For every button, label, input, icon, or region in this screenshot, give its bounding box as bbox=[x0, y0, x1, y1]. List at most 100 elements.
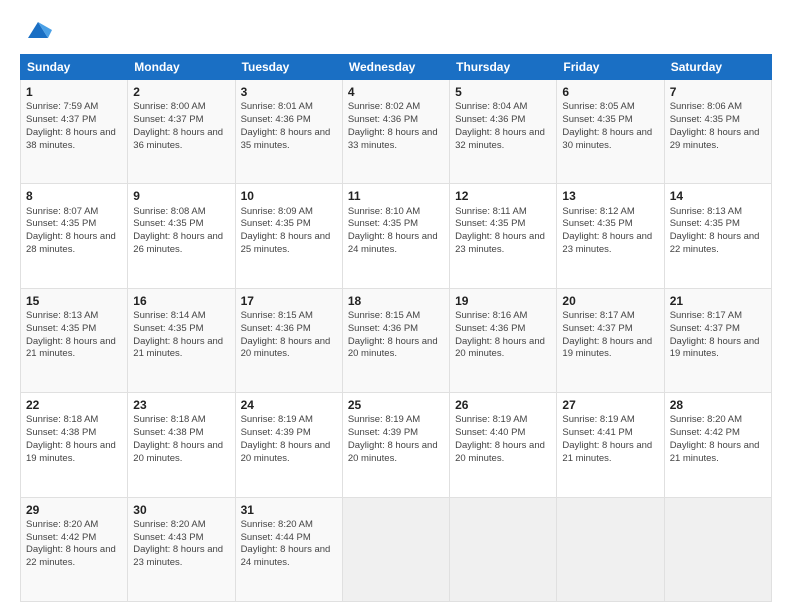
day-cell: 11 Sunrise: 8:10 AMSunset: 4:35 PMDayligh… bbox=[342, 184, 449, 288]
day-cell: 9Sunrise: 8:08 AMSunset: 4:35 PMDaylight… bbox=[128, 184, 235, 288]
day-info: Sunrise: 8:19 AMSunset: 4:39 PMDaylight:… bbox=[241, 414, 331, 463]
header-cell-wednesday: Wednesday bbox=[342, 55, 449, 80]
day-cell: 19Sunrise: 8:16 AMSunset: 4:36 PMDayligh… bbox=[450, 288, 557, 392]
day-info: Sunrise: 8:10 AMSunset: 4:35 PMDaylight:… bbox=[348, 206, 438, 255]
day-number: 2 bbox=[133, 84, 229, 100]
day-cell: 6Sunrise: 8:05 AMSunset: 4:35 PMDaylight… bbox=[557, 80, 664, 184]
day-number: 25 bbox=[348, 397, 444, 413]
day-cell: 1Sunrise: 7:59 AMSunset: 4:37 PMDaylight… bbox=[21, 80, 128, 184]
day-info: Sunrise: 8:18 AMSunset: 4:38 PMDaylight:… bbox=[133, 414, 223, 463]
week-row-4: 22Sunrise: 8:18 AMSunset: 4:38 PMDayligh… bbox=[21, 393, 772, 497]
logo-icon bbox=[24, 16, 52, 44]
day-cell: 24Sunrise: 8:19 AMSunset: 4:39 PMDayligh… bbox=[235, 393, 342, 497]
week-row-3: 15Sunrise: 8:13 AMSunset: 4:35 PMDayligh… bbox=[21, 288, 772, 392]
day-cell: 31Sunrise: 8:20 AMSunset: 4:44 PMDayligh… bbox=[235, 497, 342, 601]
day-info: Sunrise: 8:04 AMSunset: 4:36 PMDaylight:… bbox=[455, 101, 545, 150]
day-number: 15 bbox=[26, 293, 122, 309]
day-number: 17 bbox=[241, 293, 337, 309]
header-row: SundayMondayTuesdayWednesdayThursdayFrid… bbox=[21, 55, 772, 80]
day-info: Sunrise: 8:05 AMSunset: 4:35 PMDaylight:… bbox=[562, 101, 652, 150]
day-number: 11 bbox=[348, 188, 444, 204]
day-cell: 25Sunrise: 8:19 AMSunset: 4:39 PMDayligh… bbox=[342, 393, 449, 497]
calendar-table: SundayMondayTuesdayWednesdayThursdayFrid… bbox=[20, 54, 772, 602]
day-number: 20 bbox=[562, 293, 658, 309]
day-number: 31 bbox=[241, 502, 337, 518]
day-cell: 8 Sunrise: 8:07 AMSunset: 4:35 PMDaylight… bbox=[21, 184, 128, 288]
day-number: 3 bbox=[241, 84, 337, 100]
day-info: Sunrise: 8:14 AMSunset: 4:35 PMDaylight:… bbox=[133, 310, 223, 359]
header-cell-friday: Friday bbox=[557, 55, 664, 80]
day-cell: 30Sunrise: 8:20 AMSunset: 4:43 PMDayligh… bbox=[128, 497, 235, 601]
day-cell: 17Sunrise: 8:15 AMSunset: 4:36 PMDayligh… bbox=[235, 288, 342, 392]
day-cell: 29Sunrise: 8:20 AMSunset: 4:42 PMDayligh… bbox=[21, 497, 128, 601]
day-info: Sunrise: 8:13 AMSunset: 4:35 PMDaylight:… bbox=[26, 310, 116, 359]
day-cell: 22Sunrise: 8:18 AMSunset: 4:38 PMDayligh… bbox=[21, 393, 128, 497]
day-cell: 26Sunrise: 8:19 AMSunset: 4:40 PMDayligh… bbox=[450, 393, 557, 497]
day-number: 4 bbox=[348, 84, 444, 100]
day-cell: 7Sunrise: 8:06 AMSunset: 4:35 PMDaylight… bbox=[664, 80, 771, 184]
day-cell: 4Sunrise: 8:02 AMSunset: 4:36 PMDaylight… bbox=[342, 80, 449, 184]
header-cell-thursday: Thursday bbox=[450, 55, 557, 80]
day-number: 1 bbox=[26, 84, 122, 100]
day-cell bbox=[557, 497, 664, 601]
day-info: Sunrise: 8:19 AMSunset: 4:39 PMDaylight:… bbox=[348, 414, 438, 463]
day-cell: 18Sunrise: 8:15 AMSunset: 4:36 PMDayligh… bbox=[342, 288, 449, 392]
day-number: 29 bbox=[26, 502, 122, 518]
day-info: Sunrise: 8:19 AMSunset: 4:41 PMDaylight:… bbox=[562, 414, 652, 463]
day-cell: 20Sunrise: 8:17 AMSunset: 4:37 PMDayligh… bbox=[557, 288, 664, 392]
day-info: Sunrise: 8:19 AMSunset: 4:40 PMDaylight:… bbox=[455, 414, 545, 463]
day-number: 21 bbox=[670, 293, 766, 309]
day-number: 16 bbox=[133, 293, 229, 309]
day-number: 30 bbox=[133, 502, 229, 518]
day-number: 5 bbox=[455, 84, 551, 100]
header-cell-monday: Monday bbox=[128, 55, 235, 80]
page: SundayMondayTuesdayWednesdayThursdayFrid… bbox=[0, 0, 792, 612]
day-cell: 3Sunrise: 8:01 AMSunset: 4:36 PMDaylight… bbox=[235, 80, 342, 184]
day-cell bbox=[342, 497, 449, 601]
day-number: 24 bbox=[241, 397, 337, 413]
day-cell: 2Sunrise: 8:00 AMSunset: 4:37 PMDaylight… bbox=[128, 80, 235, 184]
day-info: Sunrise: 8:16 AMSunset: 4:36 PMDaylight:… bbox=[455, 310, 545, 359]
day-number: 13 bbox=[562, 188, 658, 204]
day-info: Sunrise: 8:15 AMSunset: 4:36 PMDaylight:… bbox=[241, 310, 331, 359]
day-info: Sunrise: 8:07 AMSunset: 4:35 PMDaylight:… bbox=[26, 206, 116, 255]
day-cell: 21Sunrise: 8:17 AMSunset: 4:37 PMDayligh… bbox=[664, 288, 771, 392]
day-info: Sunrise: 8:17 AMSunset: 4:37 PMDaylight:… bbox=[670, 310, 760, 359]
day-cell: 13 Sunrise: 8:12 AMSunset: 4:35 PMDayligh… bbox=[557, 184, 664, 288]
day-info: Sunrise: 8:18 AMSunset: 4:38 PMDaylight:… bbox=[26, 414, 116, 463]
day-info: Sunrise: 8:20 AMSunset: 4:42 PMDaylight:… bbox=[26, 519, 116, 568]
day-info: Sunrise: 8:13 AMSunset: 4:35 PMDaylight:… bbox=[670, 206, 760, 255]
day-number: 8 bbox=[26, 188, 122, 204]
day-number: 6 bbox=[562, 84, 658, 100]
header-cell-saturday: Saturday bbox=[664, 55, 771, 80]
day-info: Sunrise: 8:17 AMSunset: 4:37 PMDaylight:… bbox=[562, 310, 652, 359]
header-cell-sunday: Sunday bbox=[21, 55, 128, 80]
day-cell: 27Sunrise: 8:19 AMSunset: 4:41 PMDayligh… bbox=[557, 393, 664, 497]
day-number: 28 bbox=[670, 397, 766, 413]
day-number: 27 bbox=[562, 397, 658, 413]
day-number: 19 bbox=[455, 293, 551, 309]
day-info: Sunrise: 8:15 AMSunset: 4:36 PMDaylight:… bbox=[348, 310, 438, 359]
day-info: Sunrise: 7:59 AMSunset: 4:37 PMDaylight:… bbox=[26, 101, 116, 150]
day-cell: 10Sunrise: 8:09 AMSunset: 4:35 PMDayligh… bbox=[235, 184, 342, 288]
day-cell: 14Sunrise: 8:13 AMSunset: 4:35 PMDayligh… bbox=[664, 184, 771, 288]
day-info: Sunrise: 8:08 AMSunset: 4:35 PMDaylight:… bbox=[133, 206, 223, 255]
day-cell bbox=[450, 497, 557, 601]
day-info: Sunrise: 8:01 AMSunset: 4:36 PMDaylight:… bbox=[241, 101, 331, 150]
day-number: 18 bbox=[348, 293, 444, 309]
day-info: Sunrise: 8:12 AMSunset: 4:35 PMDaylight:… bbox=[562, 206, 652, 255]
week-row-1: 1Sunrise: 7:59 AMSunset: 4:37 PMDaylight… bbox=[21, 80, 772, 184]
day-cell bbox=[664, 497, 771, 601]
day-cell: 12Sunrise: 8:11 AMSunset: 4:35 PMDayligh… bbox=[450, 184, 557, 288]
day-number: 26 bbox=[455, 397, 551, 413]
day-cell: 16Sunrise: 8:14 AMSunset: 4:35 PMDayligh… bbox=[128, 288, 235, 392]
calendar: SundayMondayTuesdayWednesdayThursdayFrid… bbox=[20, 54, 772, 602]
day-number: 10 bbox=[241, 188, 337, 204]
day-info: Sunrise: 8:06 AMSunset: 4:35 PMDaylight:… bbox=[670, 101, 760, 150]
logo bbox=[20, 16, 52, 44]
day-info: Sunrise: 8:20 AMSunset: 4:42 PMDaylight:… bbox=[670, 414, 760, 463]
day-info: Sunrise: 8:20 AMSunset: 4:44 PMDaylight:… bbox=[241, 519, 331, 568]
day-info: Sunrise: 8:02 AMSunset: 4:36 PMDaylight:… bbox=[348, 101, 438, 150]
day-number: 12 bbox=[455, 188, 551, 204]
header bbox=[20, 16, 772, 44]
